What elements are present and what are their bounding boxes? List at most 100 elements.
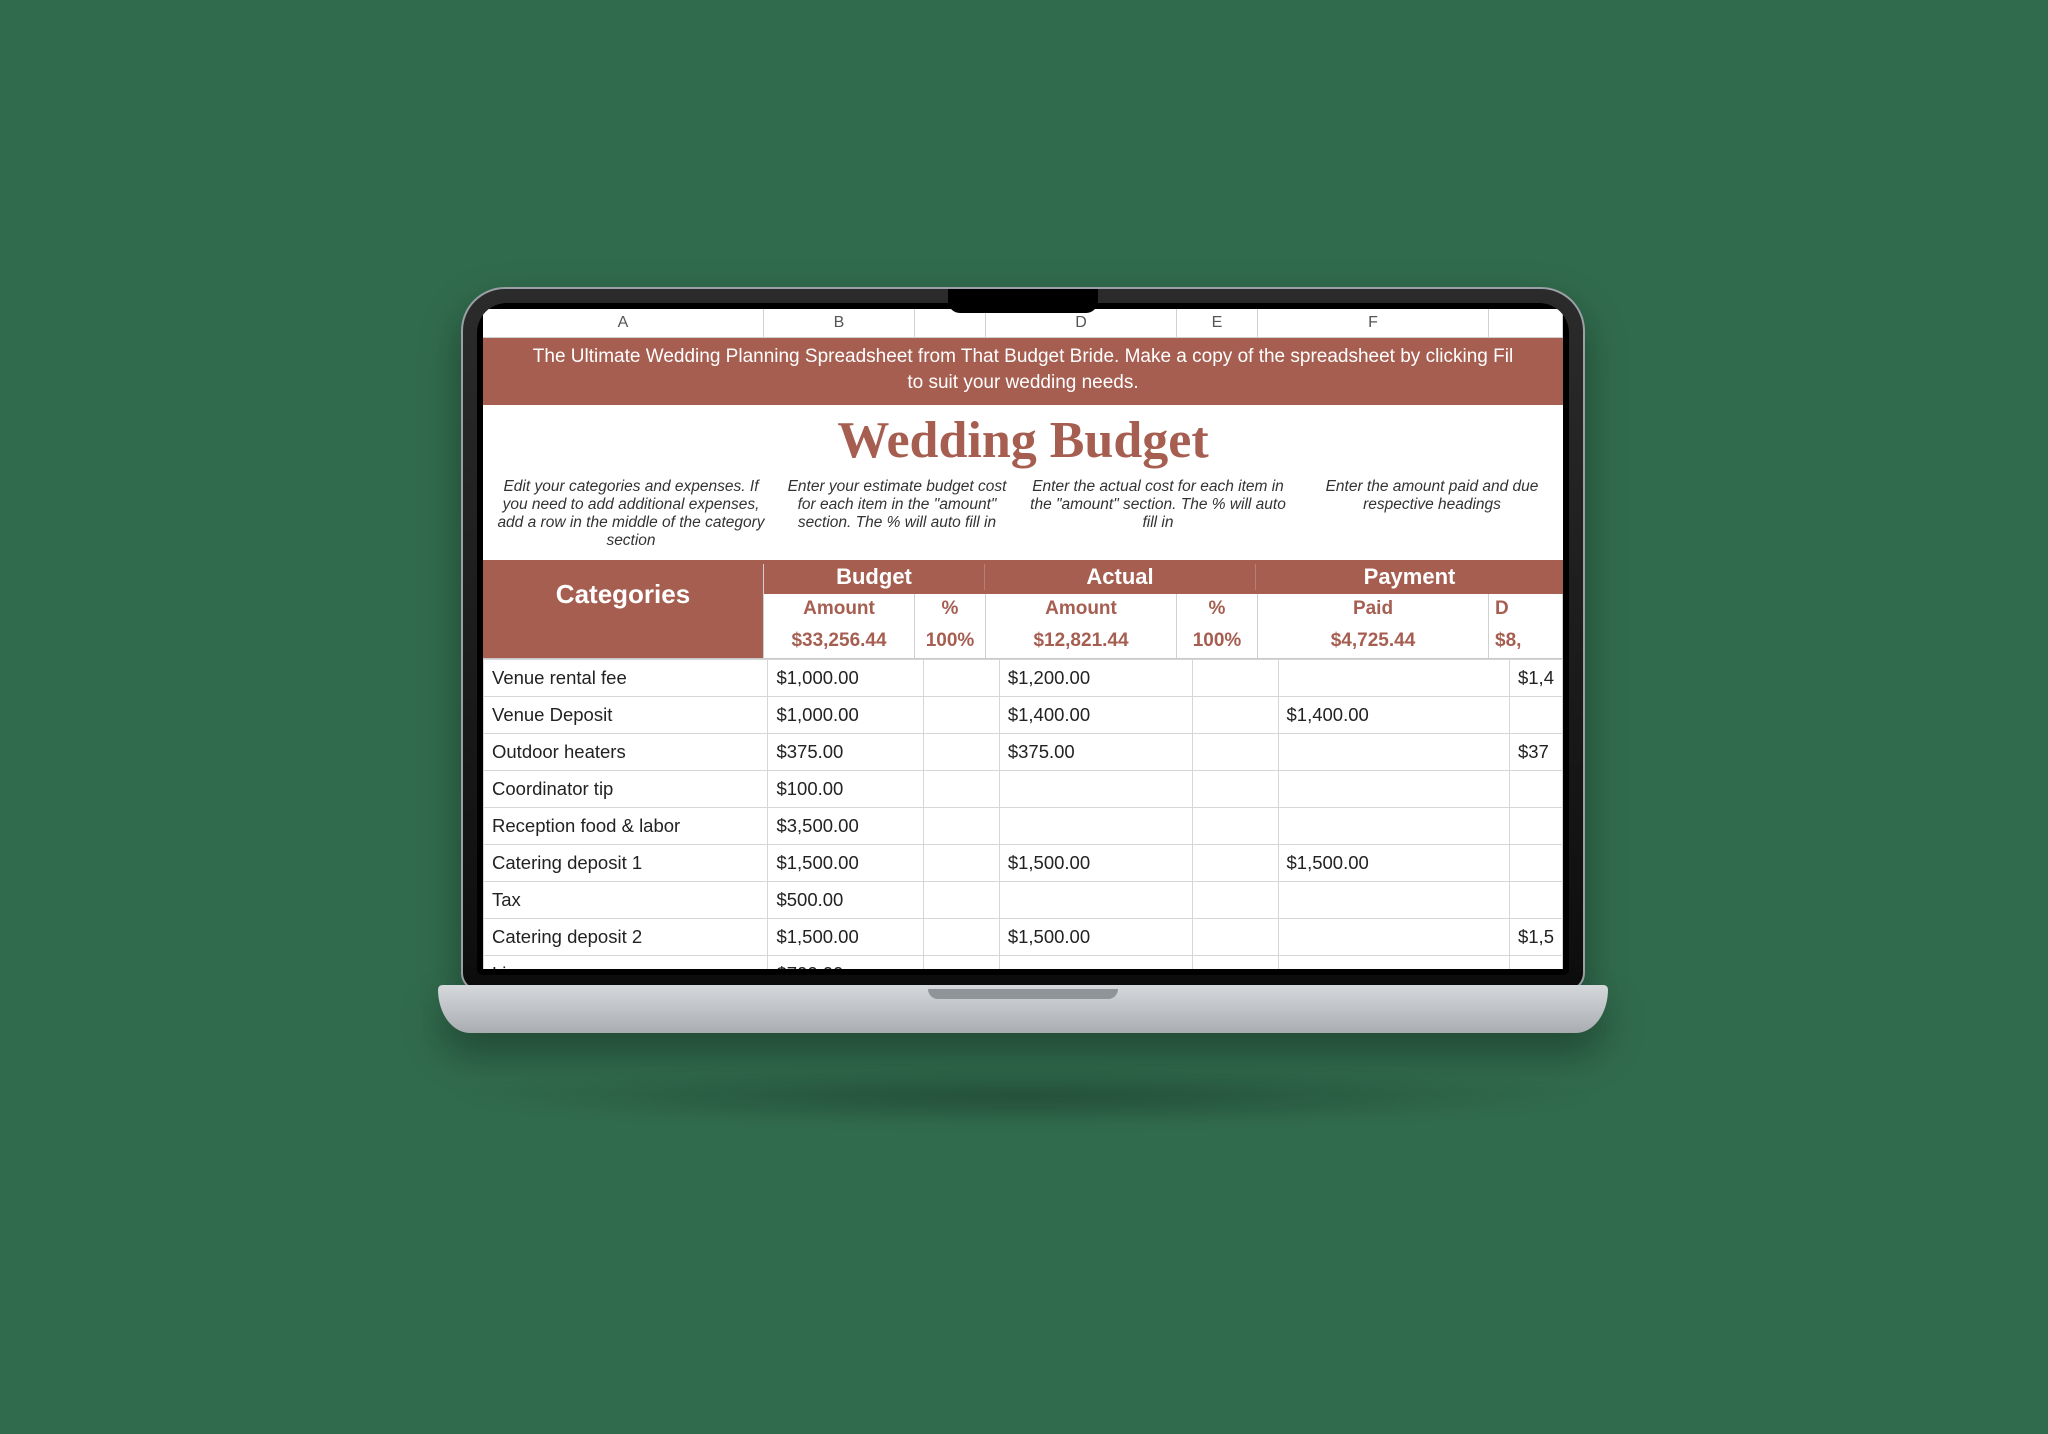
cell-actual-amount[interactable] <box>999 808 1193 845</box>
col-header-B[interactable]: B <box>764 309 915 337</box>
cell-budget-percent[interactable] <box>924 697 1000 734</box>
cell-due[interactable]: $1,5 <box>1509 919 1562 956</box>
subhead-budget-amount: Amount <box>764 594 915 624</box>
cell-category[interactable]: Coordinator tip <box>484 771 768 808</box>
col-header-A[interactable]: A <box>483 309 764 337</box>
subhead-actual-amount: Amount <box>986 594 1177 624</box>
cell-due[interactable] <box>1509 956 1562 969</box>
subhead-actual-percent: % <box>1177 594 1258 624</box>
table-row: Tax$500.00 <box>484 882 1563 919</box>
group-header-payment: Payment <box>1256 564 1563 590</box>
cell-actual-amount[interactable]: $375.00 <box>999 734 1193 771</box>
cell-actual-percent[interactable] <box>1193 808 1278 845</box>
cell-actual-percent[interactable] <box>1193 734 1278 771</box>
cell-budget-percent[interactable] <box>924 808 1000 845</box>
cell-category[interactable]: Linens <box>484 956 768 969</box>
totals-cat-spacer <box>483 624 764 658</box>
total-budget-percent: 100% <box>915 624 986 658</box>
cell-due[interactable] <box>1509 882 1562 919</box>
cell-actual-amount[interactable]: $1,200.00 <box>999 660 1193 697</box>
cell-budget-percent[interactable] <box>924 919 1000 956</box>
cell-category[interactable]: Outdoor heaters <box>484 734 768 771</box>
cell-budget-percent[interactable] <box>924 734 1000 771</box>
cell-category[interactable]: Catering deposit 2 <box>484 919 768 956</box>
col-header-D[interactable]: D <box>986 309 1177 337</box>
cell-due[interactable] <box>1509 845 1562 882</box>
table-row: Catering deposit 2$1,500.00$1,500.00$1,5 <box>484 919 1563 956</box>
cell-budget-amount[interactable]: $1,000.00 <box>768 660 924 697</box>
instruction-categories: Edit your categories and expenses. If yo… <box>483 478 779 550</box>
cell-budget-percent[interactable] <box>924 882 1000 919</box>
table-row: Linens$700.00 <box>484 956 1563 969</box>
laptop-mockup: A B D E F The Ultimate Wedding Planning … <box>438 287 1608 1087</box>
cell-actual-amount[interactable]: $1,500.00 <box>999 919 1193 956</box>
cell-budget-amount[interactable]: $375.00 <box>768 734 924 771</box>
cell-budget-amount[interactable]: $500.00 <box>768 882 924 919</box>
cell-category[interactable]: Venue Deposit <box>484 697 768 734</box>
cell-due[interactable] <box>1509 808 1562 845</box>
cell-budget-amount[interactable]: $100.00 <box>768 771 924 808</box>
cell-budget-amount[interactable]: $700.00 <box>768 956 924 969</box>
cell-due[interactable] <box>1509 771 1562 808</box>
subhead-due-partial: D <box>1489 594 1563 624</box>
cell-actual-percent[interactable] <box>1193 882 1278 919</box>
table-row: Reception food & labor$3,500.00 <box>484 808 1563 845</box>
banner-line-2: to suit your wedding needs. <box>907 372 1138 393</box>
table-row: Catering deposit 1$1,500.00$1,500.00$1,5… <box>484 845 1563 882</box>
laptop-lid: A B D E F The Ultimate Wedding Planning … <box>461 287 1585 991</box>
cell-actual-percent[interactable] <box>1193 956 1278 969</box>
cell-actual-amount[interactable] <box>999 771 1193 808</box>
cell-actual-percent[interactable] <box>1193 919 1278 956</box>
sub-header-row: Categories Amount % Amount % Paid D <box>483 594 1563 624</box>
col-header-E[interactable]: E <box>1177 309 1258 337</box>
cell-budget-amount[interactable]: $3,500.00 <box>768 808 924 845</box>
cell-budget-percent[interactable] <box>924 660 1000 697</box>
total-actual-percent: 100% <box>1177 624 1258 658</box>
group-header-budget: Budget <box>764 564 985 590</box>
cell-actual-amount[interactable] <box>999 956 1193 969</box>
totals-row: $33,256.44 100% $12,821.44 100% $4,725.4… <box>483 624 1563 659</box>
cell-paid[interactable] <box>1278 882 1509 919</box>
cell-budget-percent[interactable] <box>924 845 1000 882</box>
cell-budget-amount[interactable]: $1,000.00 <box>768 697 924 734</box>
cell-paid[interactable] <box>1278 808 1509 845</box>
cell-actual-percent[interactable] <box>1193 845 1278 882</box>
table-row: Coordinator tip$100.00 <box>484 771 1563 808</box>
cell-due[interactable]: $37 <box>1509 734 1562 771</box>
cell-paid[interactable]: $1,400.00 <box>1278 697 1509 734</box>
cell-due[interactable]: $1,4 <box>1509 660 1562 697</box>
screen: A B D E F The Ultimate Wedding Planning … <box>483 309 1563 969</box>
cell-actual-amount[interactable]: $1,500.00 <box>999 845 1193 882</box>
cell-paid[interactable] <box>1278 660 1509 697</box>
total-actual-amount: $12,821.44 <box>986 624 1177 658</box>
cell-paid[interactable] <box>1278 919 1509 956</box>
screen-bezel: A B D E F The Ultimate Wedding Planning … <box>477 303 1569 975</box>
instruction-payment: Enter the amount paid and due respective… <box>1301 478 1563 550</box>
cell-paid[interactable] <box>1278 956 1509 969</box>
cell-actual-percent[interactable] <box>1193 660 1278 697</box>
col-header-rest[interactable] <box>1489 309 1563 337</box>
table-row: Outdoor heaters$375.00$375.00$37 <box>484 734 1563 771</box>
cell-category[interactable]: Catering deposit 1 <box>484 845 768 882</box>
spreadsheet: A B D E F The Ultimate Wedding Planning … <box>483 309 1563 969</box>
cell-budget-amount[interactable]: $1,500.00 <box>768 919 924 956</box>
cell-paid[interactable] <box>1278 771 1509 808</box>
cell-budget-percent[interactable] <box>924 771 1000 808</box>
cell-due[interactable] <box>1509 697 1562 734</box>
col-header-C-hidden[interactable] <box>915 309 986 337</box>
cell-actual-amount[interactable] <box>999 882 1193 919</box>
column-letter-row: A B D E F <box>483 309 1563 338</box>
cell-paid[interactable]: $1,500.00 <box>1278 845 1509 882</box>
cell-budget-amount[interactable]: $1,500.00 <box>768 845 924 882</box>
col-header-F[interactable]: F <box>1258 309 1489 337</box>
cell-actual-amount[interactable]: $1,400.00 <box>999 697 1193 734</box>
total-due-partial: $8, <box>1489 624 1563 658</box>
cell-paid[interactable] <box>1278 734 1509 771</box>
cell-actual-percent[interactable] <box>1193 771 1278 808</box>
table-row: Venue rental fee$1,000.00 $1,200.00 $1,4 <box>484 660 1563 697</box>
cell-actual-percent[interactable] <box>1193 697 1278 734</box>
cell-budget-percent[interactable] <box>924 956 1000 969</box>
cell-category[interactable]: Venue rental fee <box>484 660 768 697</box>
cell-category[interactable]: Reception food & labor <box>484 808 768 845</box>
cell-category[interactable]: Tax <box>484 882 768 919</box>
